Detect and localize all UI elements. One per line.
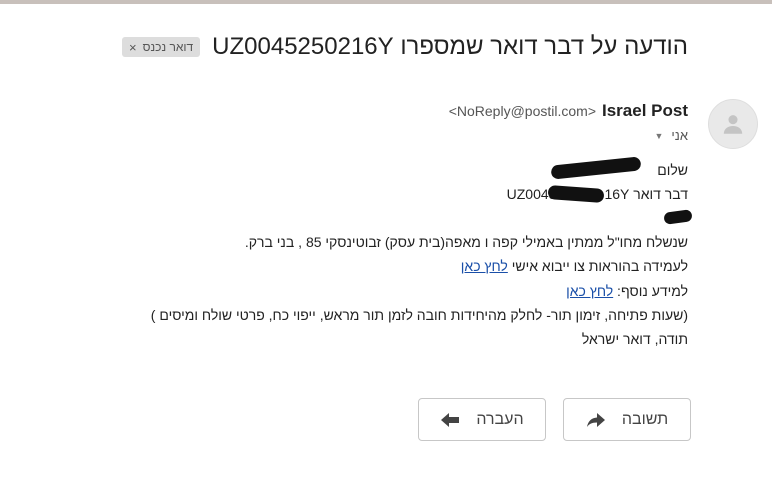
recipient-row[interactable]: אני ▼ xyxy=(654,128,688,143)
redaction-scribble xyxy=(663,209,693,225)
sent-text: שנשלח מחו"ל ממתין באמילי קפה ו מאפה(בית … xyxy=(244,234,688,250)
sender-name: Israel Post xyxy=(602,101,688,120)
subject-row: הודעה על דבר דואר שמספרו UZ0045250216Y ד… xyxy=(122,33,688,61)
remove-label-icon[interactable]: × xyxy=(129,40,137,55)
instructions-text: לעמידה בהוראות צו ייבוא אישי xyxy=(507,258,688,274)
caret-down-icon[interactable]: ▼ xyxy=(654,131,663,141)
info-line: למידע נוסף: לחץ כאן xyxy=(88,283,688,299)
inbox-label-chip: דואר נכנס × xyxy=(122,37,201,57)
item-prefix: דבר דואר xyxy=(633,186,688,202)
forward-arrow-icon xyxy=(440,412,460,428)
person-icon xyxy=(723,115,743,134)
sender-avatar[interactable] xyxy=(708,99,758,149)
hours-line: (שעות פתיחה, זימון תור- לחלק מהיחידות חו… xyxy=(88,307,688,323)
forward-label: העברה xyxy=(476,410,524,428)
item-end: 16Y xyxy=(604,186,630,202)
sent-line: שנשלח מחו"ל ממתין באמילי קפה ו מאפה(בית … xyxy=(88,234,688,250)
thanks-text: תודה, דואר ישראל xyxy=(581,331,688,347)
greeting-text: שלום xyxy=(657,162,688,178)
inbox-label-text: דואר נכנס xyxy=(142,40,194,54)
reply-label: תשובה xyxy=(621,410,669,428)
email-subject: הודעה על דבר דואר שמספרו UZ0045250216Y xyxy=(212,33,688,60)
forward-button[interactable]: העברה xyxy=(418,398,546,441)
reply-arrow-icon xyxy=(586,412,606,428)
hours-text: (שעות פתיחה, זימון תור- לחלק מהיחידות חו… xyxy=(150,307,688,323)
top-edge-bar xyxy=(0,0,772,4)
info-link[interactable]: לחץ כאן xyxy=(566,283,613,299)
instructions-link[interactable]: לחץ כאן xyxy=(461,258,508,274)
reply-button[interactable]: תשובה xyxy=(563,398,691,441)
instructions-line: לעמידה בהוראות צו ייבוא אישי לחץ כאן xyxy=(88,258,688,274)
sender-row: Israel Post <NoReply@postil.com> xyxy=(449,101,688,121)
recipient-label: אני xyxy=(671,128,688,143)
info-text: למידע נוסף: xyxy=(613,283,688,299)
sender-email: <NoReply@postil.com> xyxy=(448,103,596,119)
thanks-line: תודה, דואר ישראל xyxy=(88,331,688,347)
